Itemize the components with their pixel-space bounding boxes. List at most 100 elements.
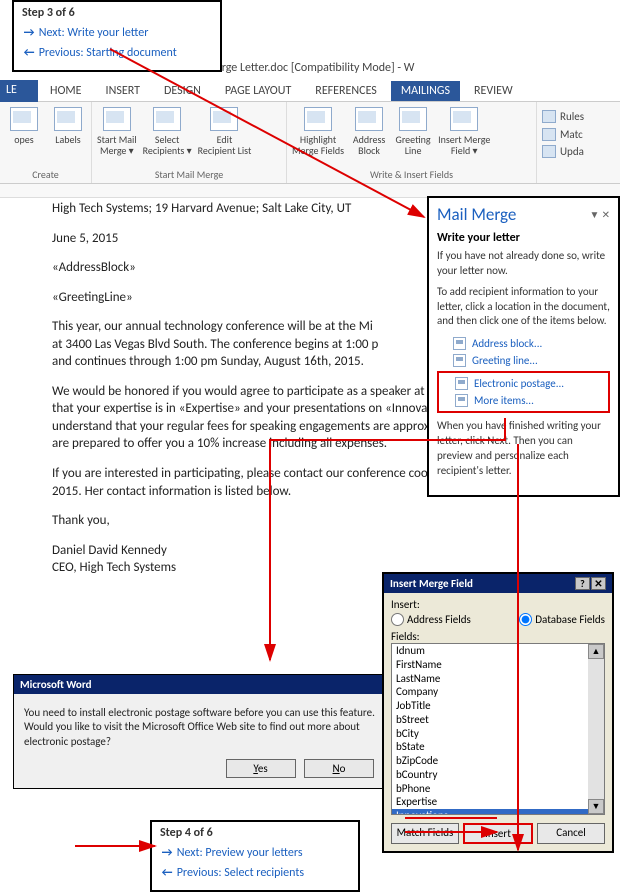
no-button[interactable]: No	[304, 759, 374, 778]
thank-you: Thank you,	[52, 512, 620, 530]
tab-design[interactable]: DESIGN	[154, 81, 211, 101]
prev-starting-doc-link[interactable]: ← Previous: Starting document	[22, 43, 212, 63]
insert-merge-field-dialog: Insert Merge Field ?✕ Insert: Address Fi…	[382, 572, 614, 853]
highlight-icon	[304, 107, 332, 131]
next-preview-link[interactable]: → Next: Preview your letters	[160, 843, 350, 863]
list-item-selected[interactable]: Innovations	[392, 809, 604, 815]
address-block-icon	[355, 107, 383, 131]
address-fields-radio[interactable]: Address Fields	[391, 613, 471, 626]
arrow-right-icon: →	[160, 843, 174, 863]
yes-button[interactable]: Yes	[226, 759, 296, 778]
rules-icon	[542, 110, 556, 123]
help-button[interactable]: ?	[575, 577, 590, 590]
group-create: opes Labels Create	[0, 102, 92, 183]
recipients-icon	[153, 107, 181, 131]
cancel-button[interactable]: Cancel	[537, 823, 605, 844]
group-rules: Rules Matc Upda	[537, 102, 589, 183]
list-item[interactable]: bZipCode	[392, 754, 604, 768]
items-icon	[455, 394, 468, 407]
step-label: Step 4 of 6	[160, 826, 350, 840]
arrow-left-icon: ←	[160, 863, 174, 883]
tab-home[interactable]: HOME	[40, 81, 92, 101]
pane-close-buttons[interactable]: ▼ ✕	[589, 208, 610, 221]
greeting-line-button[interactable]: GreetingLine	[394, 107, 432, 156]
list-item[interactable]: JobTitle	[392, 699, 604, 713]
postage-alert-dialog: Microsoft Word You need to install elect…	[13, 674, 389, 789]
edit-list-icon	[210, 107, 238, 131]
alert-title: Microsoft Word	[14, 675, 388, 694]
list-item[interactable]: Expertise	[392, 795, 604, 809]
labels-icon	[54, 107, 82, 131]
file-tab[interactable]: LE	[0, 80, 38, 102]
fields-label: Fields:	[391, 630, 605, 643]
start-mail-merge-button[interactable]: Start MailMerge ▾	[97, 107, 137, 156]
list-item[interactable]: bStreet	[392, 713, 604, 727]
next-write-letter-link[interactable]: → Next: Write your letter	[22, 23, 212, 43]
electronic-postage-link[interactable]: Electronic postage...	[439, 375, 608, 392]
alert-message: You need to install electronic postage s…	[14, 694, 388, 755]
more-items-link[interactable]: More items...	[439, 392, 608, 409]
arrow-right-icon: →	[22, 23, 36, 43]
highlight-merge-fields-button[interactable]: HighlightMerge Fields	[292, 107, 344, 156]
update-labels-button[interactable]: Upda	[542, 143, 584, 161]
greeting-line-link[interactable]: Greeting line...	[437, 352, 610, 369]
wizard-step-3: Step 3 of 6 → Next: Write your letter ← …	[12, 0, 222, 72]
list-item[interactable]: bState	[392, 740, 604, 754]
mail-merge-pane: Mail Merge ▼ ✕ Write your letter If you …	[427, 196, 620, 497]
tab-page-layout[interactable]: PAGE LAYOUT	[215, 81, 301, 101]
list-item[interactable]: bCity	[392, 727, 604, 741]
dialog-window-buttons: ?✕	[574, 577, 606, 590]
dialog-title-bar: Insert Merge Field ?✕	[384, 574, 612, 593]
tab-review[interactable]: REVIEW	[464, 81, 523, 101]
write-letter-heading: Write your letter	[437, 231, 610, 245]
match-fields-button[interactable]: Matc	[542, 126, 584, 144]
group-start-mail-merge: Start MailMerge ▾ SelectRecipients ▾ Edi…	[92, 102, 287, 183]
ribbon-tabs: LE HOME INSERT DESIGN PAGE LAYOUT REFERE…	[0, 80, 620, 102]
fields-listbox[interactable]: Idnum FirstName LastName Company JobTitl…	[391, 643, 605, 815]
scrollbar[interactable]: ▲ ▼	[588, 644, 604, 814]
envelope-icon	[10, 107, 38, 131]
prev-select-recipients-link[interactable]: ← Previous: Select recipients	[160, 863, 350, 883]
highlighted-links: Electronic postage... More items...	[437, 371, 610, 413]
start-merge-icon	[103, 107, 131, 131]
wizard-step-4: Step 4 of 6 → Next: Preview your letters…	[150, 820, 360, 892]
update-icon	[542, 145, 556, 158]
insert-field-icon	[450, 107, 478, 131]
list-item[interactable]: bCountry	[392, 768, 604, 782]
insert-button[interactable]: Insert	[463, 823, 533, 844]
tab-mailings[interactable]: MAILINGS	[391, 81, 460, 101]
match-fields-button[interactable]: Match Fields	[391, 823, 459, 844]
pane-title: Mail Merge ▼ ✕	[437, 204, 610, 225]
doc-icon	[453, 354, 466, 367]
group-write-insert: HighlightMerge Fields AddressBlock Greet…	[287, 102, 537, 183]
select-recipients-button[interactable]: SelectRecipients ▾	[143, 107, 192, 156]
list-item[interactable]: Idnum	[392, 644, 604, 658]
envelopes-button[interactable]: opes	[5, 107, 43, 145]
pane-text-3: When you have finished writing your lett…	[437, 419, 610, 478]
doc-icon	[453, 337, 466, 350]
step-label: Step 3 of 6	[22, 6, 212, 20]
edit-recipient-list-button[interactable]: EditRecipient List	[198, 107, 252, 156]
ribbon-body: opes Labels Create Start MailMerge ▾ Sel…	[0, 102, 620, 184]
database-fields-radio[interactable]: Database Fields	[519, 613, 605, 626]
list-item[interactable]: bPhone	[392, 782, 604, 796]
greeting-icon	[399, 107, 427, 131]
list-item[interactable]: Company	[392, 685, 604, 699]
insert-label: Insert:	[391, 598, 605, 611]
scroll-down-icon[interactable]: ▼	[588, 799, 604, 814]
list-item[interactable]: LastName	[392, 672, 604, 686]
address-block-button[interactable]: AddressBlock	[350, 107, 388, 156]
list-item[interactable]: FirstName	[392, 658, 604, 672]
arrow-left-icon: ←	[22, 43, 36, 63]
close-button[interactable]: ✕	[591, 577, 606, 590]
postage-icon	[455, 377, 468, 390]
tab-insert[interactable]: INSERT	[96, 81, 150, 101]
match-icon	[542, 128, 556, 141]
pane-text-2: To add recipient information to your let…	[437, 285, 610, 330]
address-block-link[interactable]: Address block...	[437, 335, 610, 352]
labels-button[interactable]: Labels	[49, 107, 87, 145]
insert-merge-field-button[interactable]: Insert MergeField ▾	[438, 107, 490, 156]
tab-references[interactable]: REFERENCES	[305, 81, 387, 101]
scroll-up-icon[interactable]: ▲	[588, 644, 604, 659]
rules-button[interactable]: Rules	[542, 108, 584, 126]
